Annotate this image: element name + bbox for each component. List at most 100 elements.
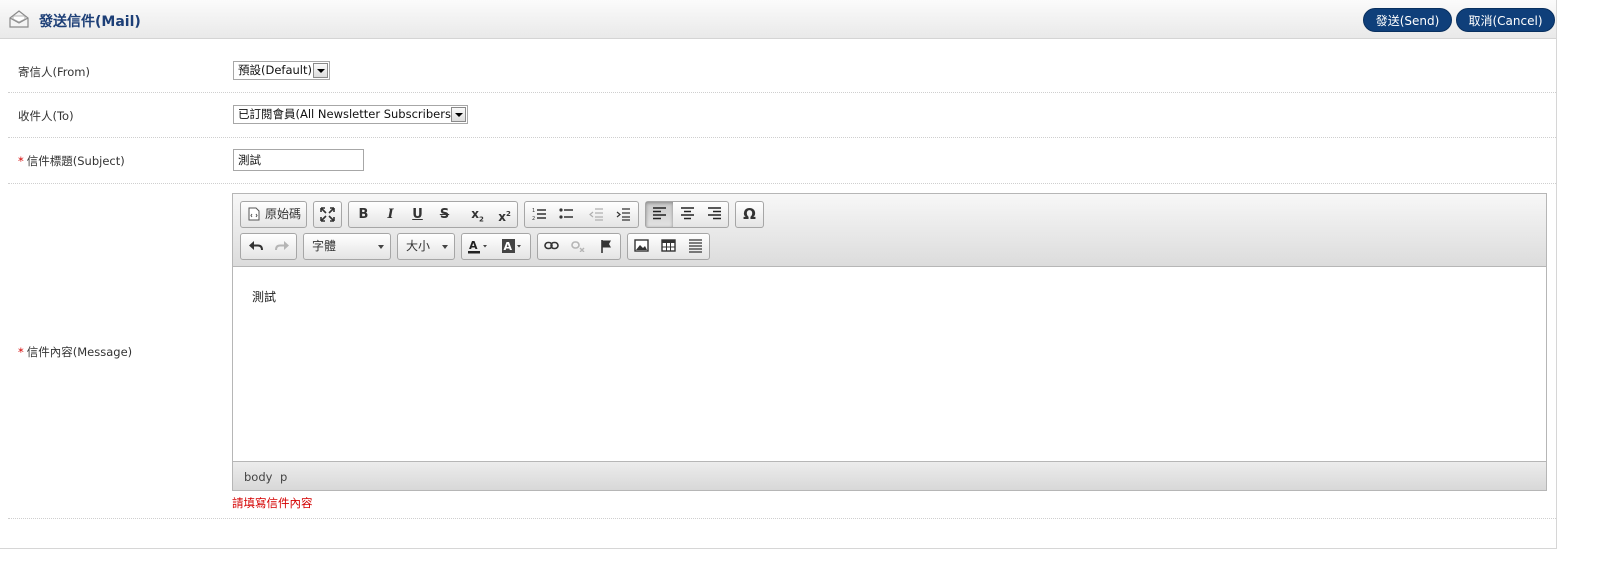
indent-button[interactable] — [610, 202, 637, 227]
caret-down-icon — [378, 245, 384, 249]
source-label: 原始碼 — [265, 207, 302, 221]
size-combo[interactable]: 大小 — [397, 233, 455, 260]
source-group: 原始碼 — [240, 201, 307, 228]
path-item-p[interactable]: p — [280, 470, 287, 484]
element-path-bar: body p — [233, 461, 1546, 490]
path-item-body[interactable]: body — [244, 470, 272, 484]
undo-icon — [249, 241, 263, 251]
indent-icon — [616, 208, 630, 221]
hr-lines-icon — [689, 239, 702, 253]
align-left-icon — [653, 207, 666, 220]
align-center-button[interactable] — [674, 202, 701, 227]
to-select[interactable]: 已訂閱會員(All Newsletter Subscribers) — [233, 105, 468, 124]
chevron-down-icon[interactable] — [313, 63, 328, 78]
bullet-list-button[interactable] — [553, 202, 580, 227]
required-mark: * — [18, 154, 24, 168]
source-button[interactable]: 原始碼 — [241, 202, 306, 227]
svg-text:A: A — [504, 240, 513, 253]
chevron-down-icon[interactable] — [451, 107, 466, 122]
special-char-group: Ω — [735, 201, 764, 228]
editor-text: 測試 — [252, 290, 277, 304]
cancel-button[interactable]: 取消(Cancel) — [1456, 8, 1555, 32]
message-error: 請填寫信件內容 — [232, 496, 313, 510]
font-combo-text: 字體 — [312, 239, 337, 253]
caret-down-icon — [442, 245, 448, 249]
required-mark: * — [18, 345, 24, 359]
svg-text:2: 2 — [532, 216, 535, 221]
svg-text:1: 1 — [532, 208, 535, 214]
maximize-button[interactable] — [314, 202, 341, 227]
bg-color-icon: A — [502, 239, 521, 253]
image-icon[interactable] — [628, 234, 655, 259]
subject-label-wrap: * 信件標題(Subject) — [18, 153, 125, 169]
grid-table-icon — [661, 239, 676, 252]
to-select-value: 已訂閱會員(All Newsletter Subscribers) — [238, 107, 456, 121]
maximize-group — [313, 201, 342, 228]
font-combo-label: 字體 — [304, 234, 390, 259]
mail-panel: 發送信件(Mail) 發送(Send) 取消(Cancel) 寄信人(From)… — [0, 0, 1557, 549]
editor-content-area[interactable]: 測試 — [233, 267, 1546, 461]
bold-button[interactable]: B — [350, 202, 377, 227]
subject-label: 信件標題(Subject) — [26, 154, 125, 168]
numbered-list-button[interactable]: 1 2 — [526, 202, 553, 227]
rich-text-editor: 原始碼 B I U S x2 x2 1 2 Ω 字體 大小 A A 測試 bod… — [232, 193, 1547, 491]
size-combo-label: 大小 — [398, 234, 454, 259]
from-row: 寄信人(From) 預設(Default) — [8, 39, 1556, 93]
source-icon — [248, 207, 260, 221]
bullet-list-icon — [559, 208, 573, 219]
page-title: 發送信件(Mail) — [39, 14, 141, 30]
align-group — [645, 201, 729, 228]
subject-input[interactable]: 測試 — [233, 149, 364, 171]
align-center-icon — [681, 207, 694, 220]
horizontal-rule-icon[interactable] — [682, 234, 709, 259]
flag-icon — [601, 240, 611, 253]
outdent-button[interactable] — [583, 202, 610, 227]
align-right-button[interactable] — [701, 202, 728, 227]
font-combo[interactable]: 字體 — [303, 233, 391, 260]
from-select-value: 預設(Default) — [238, 63, 312, 77]
send-button[interactable]: 發送(Send) — [1363, 8, 1452, 32]
italic-button[interactable]: I — [377, 202, 404, 227]
omega-icon[interactable]: Ω — [736, 202, 763, 227]
table-icon[interactable] — [655, 234, 682, 259]
strikethrough-button[interactable]: S — [431, 202, 458, 227]
underline-button[interactable]: U — [404, 202, 431, 227]
size-combo-text: 大小 — [406, 239, 431, 253]
from-select[interactable]: 預設(Default) — [233, 61, 330, 80]
superscript-button[interactable]: x2 — [491, 202, 518, 227]
subject-row: * 信件標題(Subject) 測試 — [8, 138, 1556, 184]
unlink-icon[interactable] — [565, 234, 592, 259]
maximize-icon — [320, 207, 335, 222]
insert-group — [627, 233, 710, 260]
color-group: A A — [461, 233, 531, 260]
redo-button[interactable] — [269, 234, 296, 259]
picture-icon — [634, 239, 649, 252]
mail-icon — [9, 10, 29, 28]
from-label: 寄信人(From) — [18, 65, 90, 79]
numbered-list-icon: 1 2 — [532, 208, 546, 221]
message-label: 信件內容(Message) — [26, 345, 133, 359]
basic-styles-group: B I U S x2 x2 — [348, 201, 518, 228]
anchor-flag-icon[interactable] — [593, 234, 620, 259]
text-color-icon: A — [468, 239, 487, 254]
subscript-button[interactable]: x2 — [464, 202, 491, 227]
text-color-button[interactable]: A — [463, 234, 496, 259]
outdent-icon — [589, 208, 603, 221]
list-group: 1 2 — [524, 201, 639, 228]
editor-toolbar: 原始碼 B I U S x2 x2 1 2 Ω 字體 大小 A A — [233, 194, 1546, 267]
broken-chain-icon — [571, 241, 585, 252]
bg-color-button[interactable]: A — [497, 234, 530, 259]
link-group — [537, 233, 621, 260]
message-label-wrap: * 信件內容(Message) — [18, 344, 132, 360]
align-right-icon — [708, 207, 721, 220]
undo-button[interactable] — [242, 234, 269, 259]
align-left-button[interactable] — [646, 202, 673, 227]
history-group — [240, 233, 297, 260]
svg-text:A: A — [469, 239, 478, 252]
to-label: 收件人(To) — [18, 109, 74, 123]
chain-icon — [544, 241, 559, 250]
to-row: 收件人(To) 已訂閱會員(All Newsletter Subscribers… — [8, 93, 1556, 138]
panel-header: 發送信件(Mail) 發送(Send) 取消(Cancel) — [0, 0, 1556, 39]
redo-icon — [275, 241, 289, 251]
link-icon[interactable] — [538, 234, 565, 259]
